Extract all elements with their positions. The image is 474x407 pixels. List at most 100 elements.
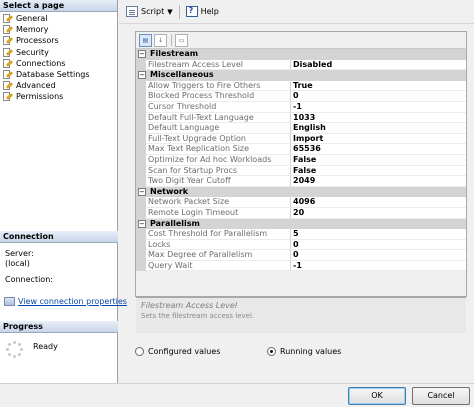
toolbar-separator <box>178 4 180 19</box>
alphabetical-icon: ↓ <box>157 36 164 44</box>
collapse-icon[interactable]: − <box>138 188 146 197</box>
property-grid: − Filestream Filestream Access Level Disabl… <box>136 49 466 272</box>
page-wrench-icon <box>3 92 14 102</box>
property-row[interactable]: Default Full-Text Language 1033 <box>136 112 466 124</box>
page-list: General Memory Processors Security Connectio… <box>0 12 117 103</box>
property-name: Cursor Threshold <box>146 101 291 113</box>
property-value[interactable]: -1 <box>291 261 466 272</box>
property-description: Filestream Access Level Sets the filestr… <box>136 297 466 333</box>
property-name: Scan for Startup Procs <box>146 165 291 177</box>
property-row[interactable]: Allow Triggers to Fire Others True <box>136 80 466 92</box>
categorized-sort-button[interactable]: ▤ <box>139 33 152 47</box>
page-item-general[interactable]: General <box>0 13 117 24</box>
configured-values-radio[interactable]: Configured values <box>135 347 220 356</box>
page-item-advanced[interactable]: Advanced <box>0 80 117 91</box>
row-gutter <box>136 101 146 113</box>
category-parallelism[interactable]: − Parallelism <box>136 218 466 230</box>
property-row[interactable]: Max Text Replication Size 65536 <box>136 144 466 155</box>
page-wrench-icon <box>3 70 14 80</box>
help-label: Help <box>200 7 219 16</box>
chevron-down-icon[interactable]: ▼ <box>167 8 172 16</box>
property-value[interactable]: 4096 <box>291 197 466 208</box>
toolbar: Script ▼ Help <box>119 0 474 24</box>
property-value[interactable]: True <box>291 81 466 92</box>
page-wrench-icon <box>3 14 14 24</box>
property-value[interactable]: 0 <box>291 250 466 261</box>
page-item-permissions[interactable]: Permissions <box>0 91 117 102</box>
property-value[interactable]: 20 <box>291 208 466 219</box>
alphabetical-sort-button[interactable]: ↓ <box>154 33 167 47</box>
property-name: Locks <box>146 239 291 251</box>
property-row[interactable]: Network Packet Size 4096 <box>136 197 466 208</box>
collapse-icon[interactable]: − <box>138 71 146 80</box>
row-gutter <box>136 59 146 71</box>
property-name: Max Text Replication Size <box>146 144 291 155</box>
property-value[interactable]: Import <box>291 134 466 145</box>
connection-properties-icon <box>4 297 15 306</box>
property-grid-area: ▤ ↓ ▭ − Filestream Filestream Access Level… <box>135 31 467 297</box>
view-connection-properties-link[interactable]: View connection properties <box>4 297 127 306</box>
help-button[interactable]: Help <box>183 4 222 20</box>
property-pages-button[interactable]: ▭ <box>175 33 188 47</box>
property-value[interactable]: 5 <box>291 229 466 240</box>
property-row[interactable]: Full-Text Upgrade Option Import <box>136 133 466 145</box>
ok-button[interactable]: OK <box>348 387 406 405</box>
property-value[interactable]: False <box>291 166 466 177</box>
property-value[interactable]: 65536 <box>291 144 466 155</box>
page-wrench-icon <box>3 47 14 57</box>
collapse-icon[interactable]: − <box>138 219 146 228</box>
property-row[interactable]: Cost Threshold for Parallelism 5 <box>136 229 466 240</box>
property-value[interactable]: Disabled <box>291 60 466 71</box>
property-value[interactable]: -1 <box>291 102 466 113</box>
page-item-database-settings[interactable]: Database Settings <box>0 69 117 80</box>
view-connection-properties-label: View connection properties <box>18 297 127 306</box>
property-value[interactable]: 2049 <box>291 176 466 187</box>
cancel-button[interactable]: Cancel <box>412 387 470 405</box>
page-item-label: Permissions <box>16 92 64 102</box>
page-item-security[interactable]: Security <box>0 47 117 58</box>
running-values-radio-dot[interactable] <box>267 347 276 356</box>
row-gutter <box>136 260 146 272</box>
category-miscellaneous[interactable]: − Miscellaneous <box>136 70 466 81</box>
property-row[interactable]: Query Wait -1 <box>136 260 466 272</box>
select-page-header: Select a page <box>0 0 117 12</box>
collapse-icon[interactable]: − <box>138 50 146 59</box>
property-row[interactable]: Cursor Threshold -1 <box>136 101 466 113</box>
server-label: Server: <box>5 249 34 258</box>
property-row[interactable]: Remote Login Timeout 20 <box>136 207 466 219</box>
property-row[interactable]: Default Language English <box>136 123 466 134</box>
script-button[interactable]: Script ▼ <box>123 4 176 20</box>
running-values-label: Running values <box>280 347 342 356</box>
property-name: Optimize for Ad hoc Workloads <box>146 154 291 166</box>
property-value[interactable]: 1033 <box>291 113 466 124</box>
property-row[interactable]: Optimize for Ad hoc Workloads False <box>136 154 466 166</box>
property-row[interactable]: Max Degree of Parallelism 0 <box>136 250 466 261</box>
category-label: Filestream <box>150 49 199 59</box>
page-item-processors[interactable]: Processors <box>0 35 117 46</box>
property-row[interactable]: Scan for Startup Procs False <box>136 165 466 177</box>
property-value[interactable]: 0 <box>291 240 466 251</box>
page-item-connections[interactable]: Connections <box>0 58 117 69</box>
property-value[interactable]: English <box>291 123 466 134</box>
property-value[interactable]: False <box>291 155 466 166</box>
property-name: Filestream Access Level <box>146 59 291 71</box>
progress-section: Progress Ready <box>0 321 118 358</box>
page-item-label: Connections <box>16 58 66 68</box>
page-item-label: Memory <box>16 25 49 35</box>
row-gutter <box>136 250 146 261</box>
category-filestream[interactable]: − Filestream <box>136 49 466 60</box>
running-values-radio[interactable]: Running values <box>267 347 341 356</box>
row-gutter <box>136 207 146 219</box>
property-value[interactable]: 0 <box>291 91 466 102</box>
property-row[interactable]: Two Digit Year Cutoff 2049 <box>136 176 466 187</box>
property-row[interactable]: Blocked Process Threshold 0 <box>136 91 466 102</box>
row-gutter <box>136 165 146 177</box>
row-gutter <box>136 133 146 145</box>
configured-values-radio-dot[interactable] <box>135 347 144 356</box>
row-gutter <box>136 123 146 134</box>
category-network[interactable]: − Network <box>136 186 466 198</box>
page-item-memory[interactable]: Memory <box>0 24 117 35</box>
property-row[interactable]: Locks 0 <box>136 239 466 251</box>
property-row[interactable]: Filestream Access Level Disabled <box>136 59 466 71</box>
progress-status: Ready <box>33 342 58 351</box>
